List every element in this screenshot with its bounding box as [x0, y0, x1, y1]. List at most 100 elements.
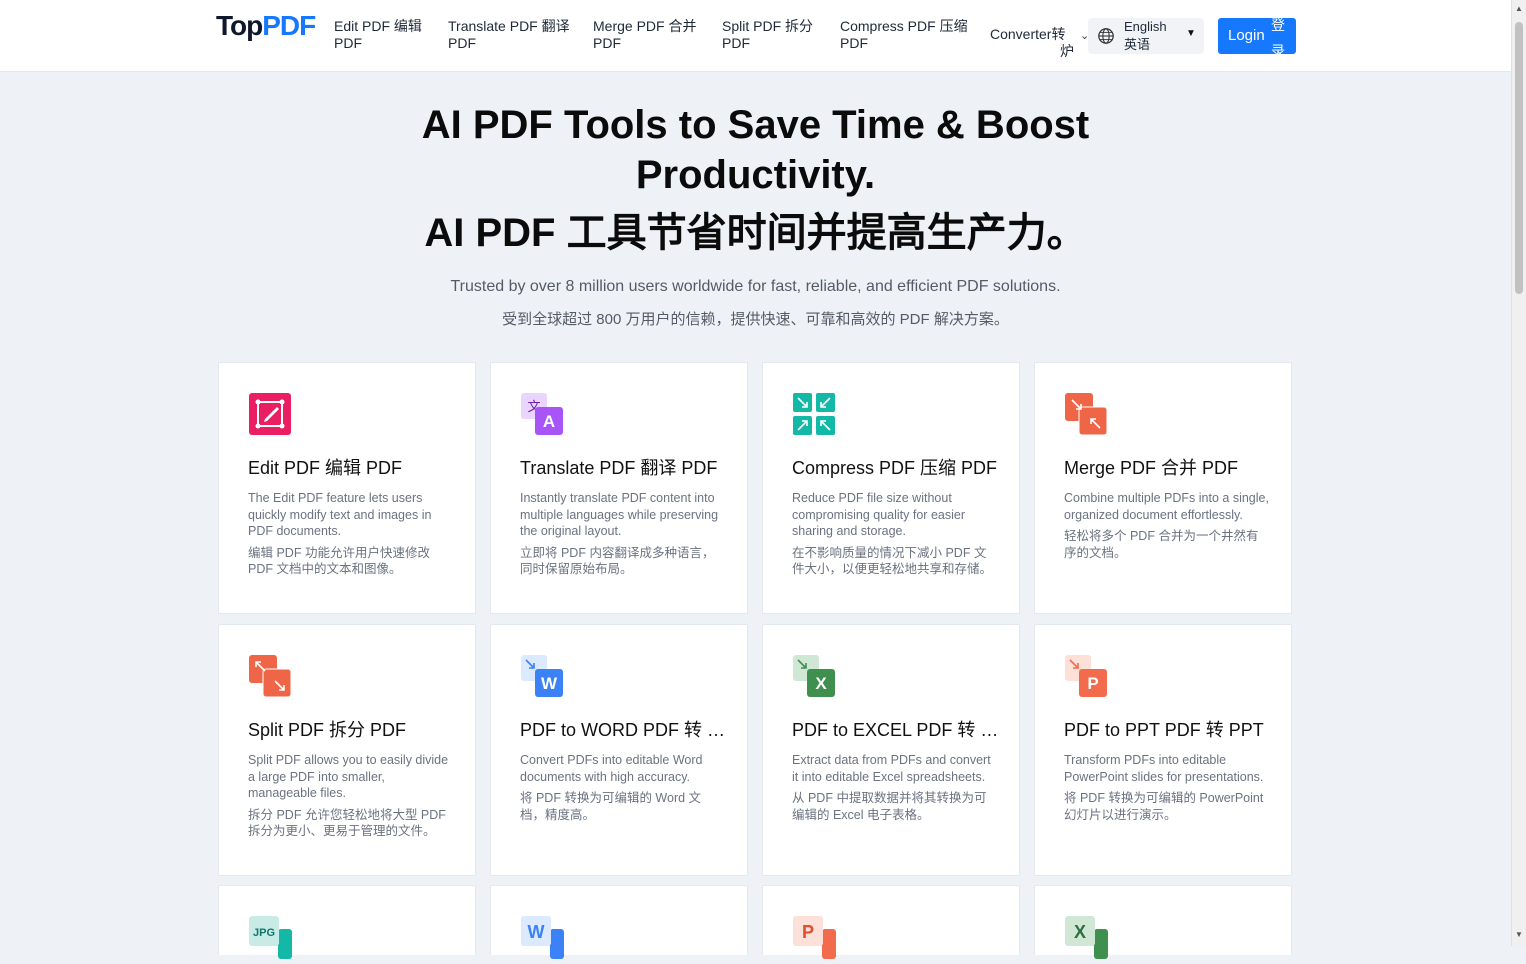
login-label: Login — [1228, 27, 1265, 44]
hero-title-line: AI PDF Tools to Save Time & Boost — [421, 103, 1090, 147]
card-desc-cn: 编辑 PDF 功能允许用户快速修改 PDF 文档中的文本和图像。 — [248, 545, 430, 577]
card-desc-en: The Edit PDF feature lets users quickly … — [248, 491, 432, 538]
converter-label: Converter转 — [990, 26, 1066, 42]
card-title: PDF to EXCEL PDF 转 Excel — [792, 720, 1010, 740]
excel-icon: X — [1064, 915, 1108, 959]
logo-pdf-text: PDF — [262, 10, 316, 41]
tool-card-excel[interactable]: X — [1034, 885, 1292, 959]
card-desc-en: Combine multiple PDFs into a single, org… — [1064, 491, 1269, 522]
nav-label: Translate PDF 翻译 — [448, 18, 570, 34]
hero-subtitle: Trusted by over 8 million users worldwid… — [450, 278, 1061, 295]
language-en: English — [1124, 19, 1167, 34]
word-icon: W — [520, 915, 564, 959]
card-title: Merge PDF 合并 PDF — [1064, 458, 1239, 478]
tool-card-pdf-to-excel[interactable]: X PDF to EXCEL PDF 转 Excel Extract data … — [762, 624, 1020, 876]
nav-edit-pdf[interactable]: Edit PDF 编辑 PDF — [334, 18, 422, 52]
nav-converter-dropdown[interactable]: Converter转 炉 ⌄ — [990, 26, 1089, 60]
ppt-glyph: P — [802, 922, 814, 942]
card-desc-en: Transform PDFs into editable PowerPoint … — [1064, 753, 1264, 784]
word-glyph: W — [528, 922, 545, 942]
tool-card-pdf-to-ppt[interactable]: P PDF to PPT PDF 转 PPT Transform PDFs in… — [1034, 624, 1292, 876]
top-header: TopPDF Edit PDF 编辑 PDF Translate PDF 翻译 … — [0, 0, 1511, 72]
translate-pdf-icon: 文 A — [520, 392, 564, 436]
language-select[interactable]: English 英语 ▼ — [1088, 18, 1204, 54]
card-description: Extract data from PDFs and convert it in… — [792, 752, 998, 823]
nav-label: Split PDF 拆分 — [722, 18, 814, 34]
svg-text:P: P — [1087, 674, 1098, 693]
page-scrollbar[interactable]: ▲ ▼ — [1511, 0, 1526, 946]
nav-compress-pdf[interactable]: Compress PDF 压缩 PDF — [840, 18, 968, 52]
nav-translate-pdf[interactable]: Translate PDF 翻译 PDF — [448, 18, 570, 52]
nav-label: PDF — [840, 35, 868, 51]
card-description: The Edit PDF feature lets users quickly … — [248, 490, 454, 578]
card-title: Edit PDF 编辑 PDF — [248, 458, 403, 478]
nav-label: PDF — [593, 35, 621, 51]
tool-card-edit-pdf[interactable]: Edit PDF 编辑 PDF The Edit PDF feature let… — [218, 362, 476, 614]
globe-icon — [1098, 28, 1114, 44]
tool-card-merge-pdf[interactable]: Merge PDF 合并 PDF Combine multiple PDFs i… — [1034, 362, 1292, 614]
tool-card-word[interactable]: W — [490, 885, 748, 959]
card-description: Combine multiple PDFs into a single, org… — [1064, 490, 1270, 561]
svg-text:A: A — [543, 412, 555, 431]
nav-label: PDF — [448, 35, 476, 51]
nav-label: Edit PDF 编辑 — [334, 18, 422, 34]
nav-label: Compress PDF 压缩 — [840, 18, 968, 34]
card-desc-en: Convert PDFs into editable Word document… — [520, 753, 703, 784]
card-desc-cn: 将 PDF 转换为可编辑的 PowerPoint 幻灯片以进行演示。 — [1064, 791, 1264, 822]
card-desc-cn: 将 PDF 转换为可编辑的 Word 文档，精度高。 — [520, 791, 702, 822]
nav-split-pdf[interactable]: Split PDF 拆分 PDF — [722, 18, 813, 52]
scroll-up-arrow-icon[interactable]: ▲ — [1515, 4, 1523, 13]
card-desc-cn: 拆分 PDF 允许您轻松地将大型 PDF 拆分为更小、更易于管理的文件。 — [248, 807, 446, 839]
card-title: Translate PDF 翻译 PDF — [520, 458, 718, 478]
svg-text:W: W — [541, 674, 558, 693]
tool-card-translate-pdf[interactable]: 文 A Translate PDF 翻译 PDF Instantly trans… — [490, 362, 748, 614]
hero-title-cn: AI PDF 工具节省时间并提高生产力。 — [424, 211, 1087, 255]
tool-card-split-pdf[interactable]: Split PDF 拆分 PDF Split PDF allows you to… — [218, 624, 476, 876]
scroll-down-arrow-icon[interactable]: ▼ — [1515, 930, 1523, 939]
card-desc-cn: 立即将 PDF 内容翻译成多种语言，同时保留原始布局。 — [520, 545, 715, 577]
compress-pdf-icon — [792, 392, 836, 436]
tool-card-pdf-to-word[interactable]: W PDF to WORD PDF 转 Word Convert PDFs in… — [490, 624, 748, 876]
tool-card-jpg[interactable]: JPG — [218, 885, 476, 959]
nav-merge-pdf[interactable]: Merge PDF 合并 PDF — [593, 18, 696, 52]
scrollbar-thumb[interactable] — [1515, 22, 1523, 294]
hero-title-line: Productivity. — [635, 153, 876, 197]
tool-card-compress-pdf[interactable]: Compress PDF 压缩 PDF Reduce PDF file size… — [762, 362, 1020, 614]
merge-pdf-icon — [1064, 392, 1108, 436]
pdf-to-word-icon: W — [520, 654, 564, 698]
nav-label: Merge PDF 合并 — [593, 18, 697, 34]
edit-pdf-icon — [248, 392, 292, 436]
split-pdf-icon — [248, 654, 292, 698]
toppdf-logo[interactable]: TopPDF — [216, 10, 316, 42]
converter-label-cn: 炉 — [1060, 43, 1074, 59]
ppt-icon: P — [792, 915, 836, 959]
card-desc-en: Split PDF allows you to easily divide a … — [248, 753, 449, 800]
card-description: Split PDF allows you to easily divide a … — [248, 752, 454, 840]
card-desc-cn: 轻松将多个 PDF 合并为一个井然有序的文档。 — [1064, 529, 1259, 560]
hero-title: AI PDF Tools to Save Time & Boost Produc… — [0, 100, 1511, 258]
language-cn: 英语 — [1124, 37, 1151, 52]
nav-label: PDF — [722, 35, 750, 51]
card-title: Compress PDF 压缩 PDF — [792, 458, 998, 478]
card-desc-cn: 从 PDF 中提取数据并将其转换为可编辑的 Excel 电子表格。 — [792, 791, 987, 822]
svg-text:X: X — [815, 674, 827, 693]
jpg-icon: JPG — [248, 915, 292, 959]
login-label-cn: 登录 — [1271, 18, 1285, 54]
logo-top-text: Top — [216, 10, 263, 41]
hero-subtitle-cn: 受到全球超过 800 万用户的信赖，提供快速、可靠和高效的 PDF 解决方案。 — [502, 311, 1009, 328]
card-description: Convert PDFs into editable Word document… — [520, 752, 726, 823]
card-desc-en: Extract data from PDFs and convert it in… — [792, 753, 991, 784]
card-desc-en: Reduce PDF file size without compromisin… — [792, 491, 965, 538]
excel-glyph: X — [1074, 922, 1086, 942]
nav-label: PDF — [334, 35, 362, 51]
card-title: Split PDF 拆分 PDF — [248, 720, 407, 740]
pdf-to-excel-icon: X — [792, 654, 836, 698]
card-description: Reduce PDF file size without compromisin… — [792, 490, 998, 578]
tool-card-ppt[interactable]: P — [762, 885, 1020, 959]
pdf-to-ppt-icon: P — [1064, 654, 1108, 698]
card-description: Transform PDFs into editable PowerPoint … — [1064, 752, 1270, 823]
language-label: English 英语 — [1124, 18, 1167, 54]
login-button[interactable]: Login 登录 — [1218, 18, 1296, 54]
card-title: PDF to WORD PDF 转 Word — [520, 720, 738, 740]
card-description: Instantly translate PDF content into mul… — [520, 490, 726, 578]
